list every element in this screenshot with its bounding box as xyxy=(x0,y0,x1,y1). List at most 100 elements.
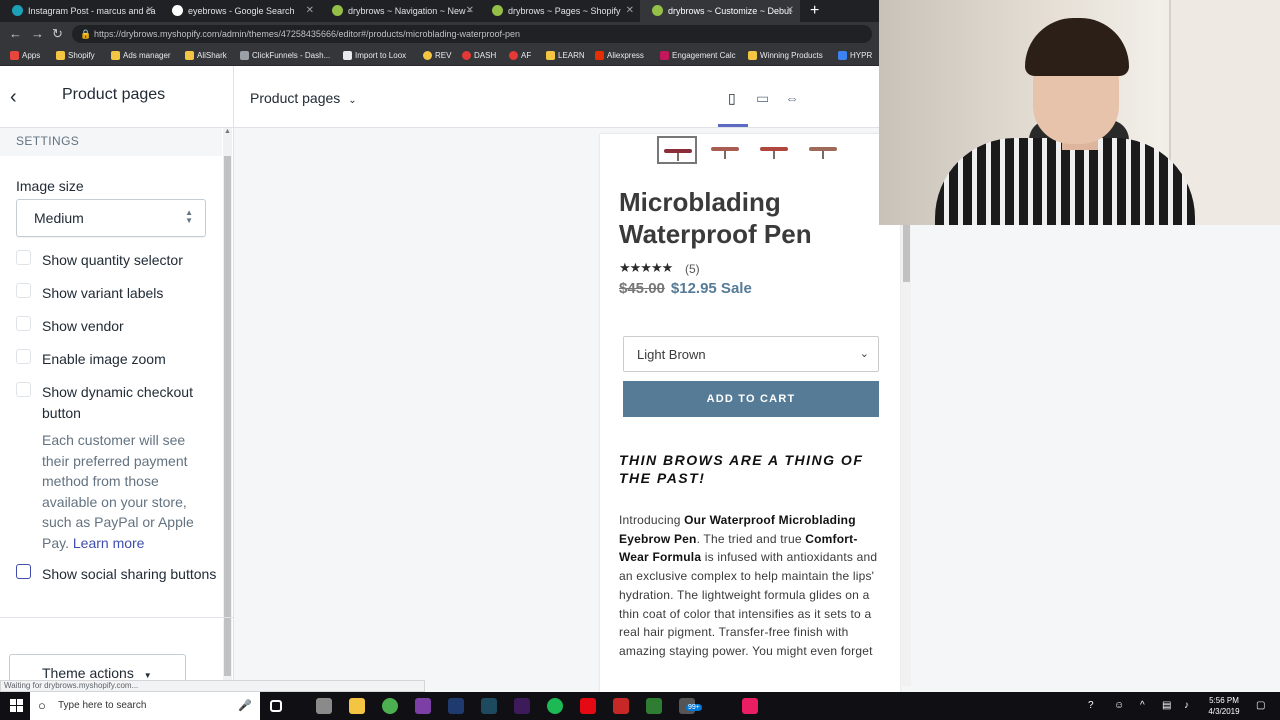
sidebar-header: ‹ Product pages xyxy=(0,66,234,128)
scroll-up-icon[interactable]: ▲ xyxy=(224,128,231,135)
bookmark-alishark[interactable]: AliShark xyxy=(185,46,227,66)
reload-icon[interactable]: ↻ xyxy=(52,22,63,46)
bookmark-af[interactable]: AF xyxy=(509,46,531,66)
instagram-favicon-icon xyxy=(12,5,23,16)
image-size-label: Image size xyxy=(16,178,84,194)
tab-title: drybrows ~ Customize ~ Debut xyxy=(668,6,792,16)
taskbar-clock[interactable]: 5:56 PM 4/3/2019 xyxy=(1202,695,1246,717)
app-icon[interactable] xyxy=(316,698,332,714)
back-chevron-icon[interactable]: ‹ xyxy=(10,86,17,109)
close-tab-icon[interactable]: ✕ xyxy=(306,0,314,22)
apps-grid-icon xyxy=(10,51,19,60)
checkbox[interactable] xyxy=(16,349,31,364)
shopify-favicon-icon xyxy=(332,5,343,16)
spotify-icon[interactable] xyxy=(547,698,563,714)
chrome-icon[interactable] xyxy=(382,698,398,714)
bookmark-shopify[interactable]: Shopify xyxy=(56,46,95,66)
browser-tab[interactable]: drybrows ~ Navigation ~ New - ✕ xyxy=(320,0,480,22)
browser-tab[interactable]: eyebrows - Google Search ✕ xyxy=(160,0,320,22)
checkbox[interactable] xyxy=(16,564,31,579)
checkbox[interactable] xyxy=(16,382,31,397)
active-device-indicator xyxy=(718,124,748,127)
bookmark-rev[interactable]: REV xyxy=(423,46,451,66)
webcam-overlay xyxy=(879,0,1280,225)
browser-tab[interactable]: Instagram Post - marcus and ca ✕ xyxy=(0,0,160,22)
checkbox[interactable] xyxy=(16,316,31,331)
learn-more-link[interactable]: Learn more xyxy=(73,535,145,551)
folder-icon xyxy=(111,51,120,60)
product-thumbnail[interactable] xyxy=(755,136,795,164)
new-tab-button[interactable]: + xyxy=(810,0,819,22)
bookmark-dash[interactable]: DASH xyxy=(462,46,496,66)
striped-shirt xyxy=(935,138,1195,225)
page-type-dropdown[interactable]: Product pages ⌄ xyxy=(250,90,357,106)
mobile-view-icon[interactable]: ▯ xyxy=(728,90,736,107)
photoshop-icon[interactable] xyxy=(448,698,464,714)
help-icon[interactable]: ? xyxy=(1088,692,1094,720)
full-width-view-icon[interactable]: ⇔ xyxy=(785,90,799,106)
add-to-cart-button[interactable]: ADD TO CART xyxy=(623,381,879,417)
bookmark-import-to-loox[interactable]: Import to Loox xyxy=(343,46,406,66)
google-favicon-icon xyxy=(172,5,183,16)
onenote-icon[interactable] xyxy=(415,698,431,714)
desktop-view-icon[interactable]: ▭ xyxy=(756,90,769,107)
bookmarks-bar: Apps Shopify Ads manager AliShark ClickF… xyxy=(0,46,879,66)
app-icon[interactable] xyxy=(646,698,662,714)
bookmark-apps[interactable]: Apps xyxy=(10,46,40,66)
shopify-favicon-icon xyxy=(492,5,503,16)
product-thumbnail[interactable] xyxy=(706,136,746,164)
lock-icon: 🔒 xyxy=(80,29,92,39)
dynamic-checkout-help-text: Each customer will see their preferred p… xyxy=(42,432,194,551)
forward-arrow-icon[interactable]: → xyxy=(31,22,44,46)
url-text: https://drybrows.myshopify.com/admin/the… xyxy=(94,29,521,39)
image-size-select[interactable]: Medium ▲ ▼ xyxy=(16,199,206,237)
volume-icon[interactable]: ♪ xyxy=(1184,692,1189,720)
close-tab-icon[interactable]: ✕ xyxy=(626,0,634,22)
bookmark-clickfunnels[interactable]: ClickFunnels - Dash... xyxy=(240,46,330,66)
task-view-icon[interactable] xyxy=(270,700,282,712)
notifications-icon[interactable]: ▢ xyxy=(1256,692,1265,720)
close-tab-icon[interactable]: ✕ xyxy=(786,0,794,22)
close-tab-icon[interactable]: ✕ xyxy=(146,0,154,22)
checkbox[interactable] xyxy=(16,250,31,265)
shopify-favicon-icon xyxy=(652,5,663,16)
scrollbar-thumb[interactable] xyxy=(903,224,910,282)
folder-icon xyxy=(185,51,194,60)
product-thumbnail[interactable] xyxy=(804,136,844,164)
people-icon[interactable]: ☺ xyxy=(1114,692,1124,720)
url-field[interactable]: 🔒 https://drybrows.myshopify.com/admin/t… xyxy=(72,25,872,43)
network-icon[interactable]: ▤ xyxy=(1162,692,1171,720)
review-count[interactable]: (5) xyxy=(685,262,700,276)
hypr-icon xyxy=(838,51,847,60)
taskbar-search-box[interactable]: ○ Type here to search 🎤 xyxy=(30,692,260,720)
chevron-up-icon[interactable]: ^ xyxy=(1140,692,1145,720)
file-explorer-icon[interactable] xyxy=(349,698,365,714)
bookmark-aliexpress[interactable]: Aliexpress xyxy=(595,46,644,66)
variant-value: Light Brown xyxy=(637,347,706,362)
bookmark-learn[interactable]: LEARN xyxy=(546,46,585,66)
browser-tab-active[interactable]: drybrows ~ Customize ~ Debut ✕ xyxy=(640,0,800,22)
bookmark-winning-products[interactable]: Winning Products xyxy=(748,46,823,66)
chevron-down-icon: ⌄ xyxy=(348,95,357,106)
bookmark-engagement-calc[interactable]: Engagement Calc xyxy=(660,46,736,66)
rating-stars-icon[interactable]: ★★★★★ xyxy=(619,260,673,276)
premiere-icon[interactable] xyxy=(514,698,530,714)
product-thumbnail[interactable] xyxy=(657,136,697,164)
sidebar-title: Product pages xyxy=(62,86,166,103)
netflix-icon[interactable] xyxy=(580,698,596,714)
microphone-icon[interactable]: 🎤 xyxy=(238,692,252,720)
bookmark-ads-manager[interactable]: Ads manager xyxy=(111,46,171,66)
back-arrow-icon[interactable]: ← xyxy=(9,22,22,46)
app-icon[interactable] xyxy=(742,698,758,714)
close-tab-icon[interactable]: ✕ xyxy=(466,0,474,22)
windows-start-icon[interactable] xyxy=(10,699,23,712)
checkbox[interactable] xyxy=(16,283,31,298)
app-icon[interactable] xyxy=(613,698,629,714)
lightroom-icon[interactable] xyxy=(481,698,497,714)
bookmark-hypr[interactable]: HYPR xyxy=(838,46,872,66)
tab-title: drybrows ~ Pages ~ Shopify xyxy=(508,6,621,16)
variant-select[interactable]: Light Brown ⌄ xyxy=(623,336,879,372)
rev-icon xyxy=(423,51,432,60)
browser-tab[interactable]: drybrows ~ Pages ~ Shopify ✕ xyxy=(480,0,640,22)
scrollbar-thumb[interactable] xyxy=(224,156,231,676)
